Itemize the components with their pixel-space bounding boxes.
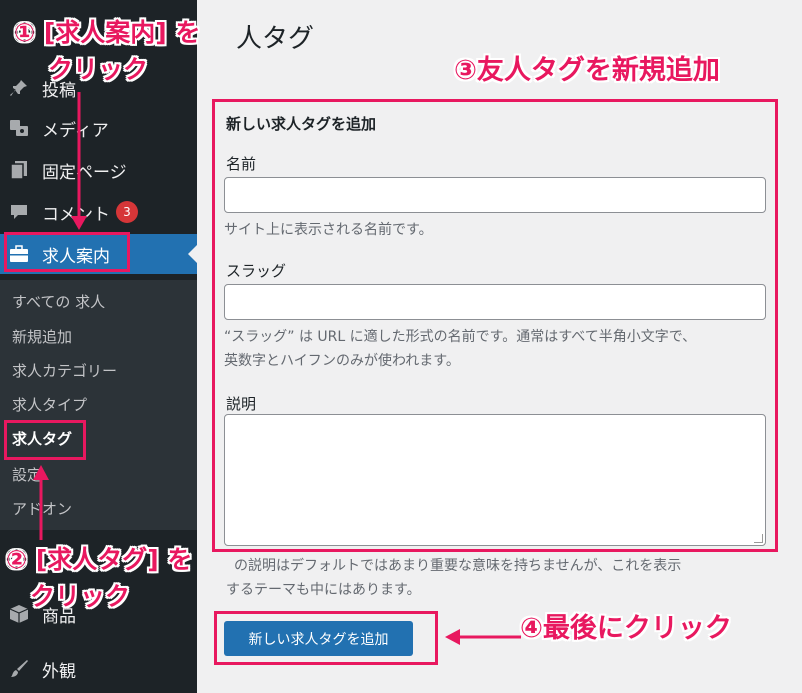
annotation-step1-line1: ① [求人案内] を [14, 18, 201, 47]
pin-icon [8, 77, 30, 99]
active-indicator [188, 245, 197, 263]
highlight-submit-button [214, 611, 438, 665]
submenu-item-add-new[interactable]: 新規追加 [12, 325, 72, 349]
submenu-item-addons[interactable]: アドオン [12, 497, 72, 521]
comment-icon [8, 201, 30, 223]
highlight-add-tag-form [212, 99, 778, 552]
media-icon [8, 117, 30, 139]
highlight-job-listings [4, 232, 130, 272]
page-title: 人タグ [236, 24, 315, 54]
menu-label: コメント [42, 204, 110, 225]
menu-label: 外観 [42, 661, 76, 682]
menu-item-comments[interactable]: コメント 3 [0, 192, 197, 232]
menu-item-pages[interactable]: 固定ページ [0, 150, 197, 190]
submenu-item-job-types[interactable]: 求人タイプ [12, 393, 87, 417]
submenu-item-job-categories[interactable]: 求人カテゴリー [12, 359, 117, 383]
submenu-item-settings[interactable]: 設定 [12, 463, 42, 487]
annotation-step4: ④最後にクリック [520, 613, 732, 644]
description-help-text-line1: の説明はデフォルトではあまり重要な意味を持ちませんが、これを表示 [234, 558, 682, 574]
menu-item-media[interactable]: メディア [0, 108, 197, 148]
job-listings-submenu: すべての 求人 新規追加 求人カテゴリー 求人タイプ 求人タグ 設定 アドオン [0, 280, 197, 530]
box-icon [8, 603, 30, 625]
arrow-step4-head [445, 629, 460, 645]
brush-icon [8, 658, 30, 680]
page-icon [8, 159, 30, 181]
description-help-text-line2: するテーマも中にはあります。 [226, 582, 421, 598]
annotation-step2-line1: ② [求人タグ] を [6, 545, 193, 574]
menu-label: メディア [42, 120, 109, 141]
comment-count-badge: 3 [116, 201, 138, 223]
annotation-step1-line2: クリック [48, 55, 149, 84]
highlight-job-tags [4, 420, 86, 460]
menu-item-appearance[interactable]: 外観 [0, 649, 197, 689]
annotation-step3: ③友人タグを新規追加 [454, 55, 720, 86]
annotation-step2-line2: クリック [30, 582, 131, 611]
submenu-item-all-jobs[interactable]: すべての 求人 [12, 290, 105, 314]
menu-label: 固定ページ [42, 162, 127, 183]
